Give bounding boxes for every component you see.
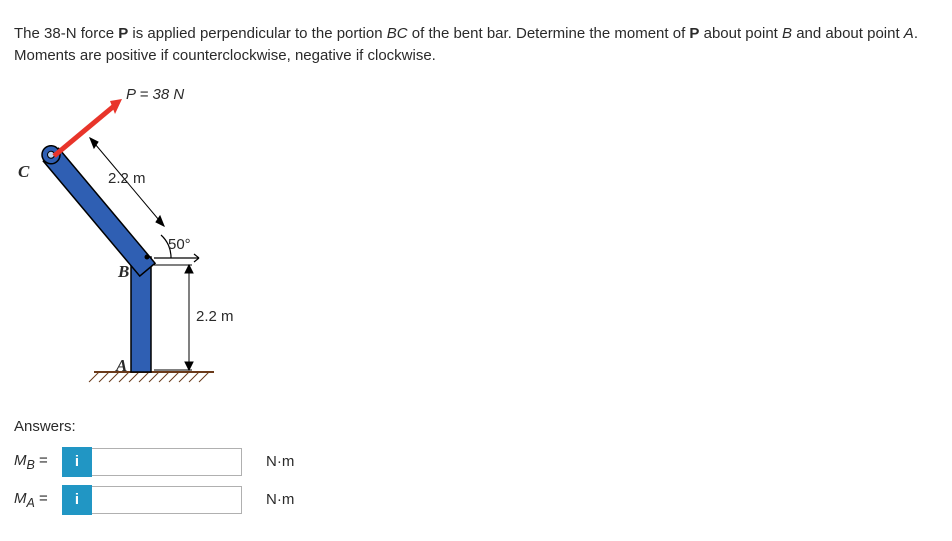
figure-bent-bar: P = 38 N 2.2 m 50° 2.2 m C B A bbox=[14, 82, 274, 402]
mb-input[interactable] bbox=[92, 448, 242, 476]
answers-heading: Answers: bbox=[14, 416, 938, 438]
length-bc-label: 2.2 m bbox=[108, 168, 146, 190]
length-ab-label: 2.2 m bbox=[196, 306, 234, 328]
ma-input[interactable] bbox=[92, 486, 242, 514]
force-label: P = 38 N bbox=[126, 84, 184, 106]
angle-label: 50° bbox=[168, 234, 191, 256]
point-c-label: C bbox=[18, 160, 29, 185]
point-b-label: B bbox=[118, 260, 129, 285]
answer-row-mb: MB = i N·m bbox=[14, 447, 938, 477]
answer-row-ma: MA = i N·m bbox=[14, 485, 938, 515]
problem-statement: The 38-N force P is applied perpendicula… bbox=[14, 23, 938, 67]
unit-mb: N·m bbox=[266, 451, 294, 473]
var-label-mb: MB = bbox=[14, 450, 62, 474]
point-a-label: A bbox=[116, 354, 127, 379]
unit-ma: N·m bbox=[266, 489, 294, 511]
info-icon[interactable]: i bbox=[62, 447, 92, 477]
info-icon[interactable]: i bbox=[62, 485, 92, 515]
var-label-ma: MA = bbox=[14, 488, 62, 512]
